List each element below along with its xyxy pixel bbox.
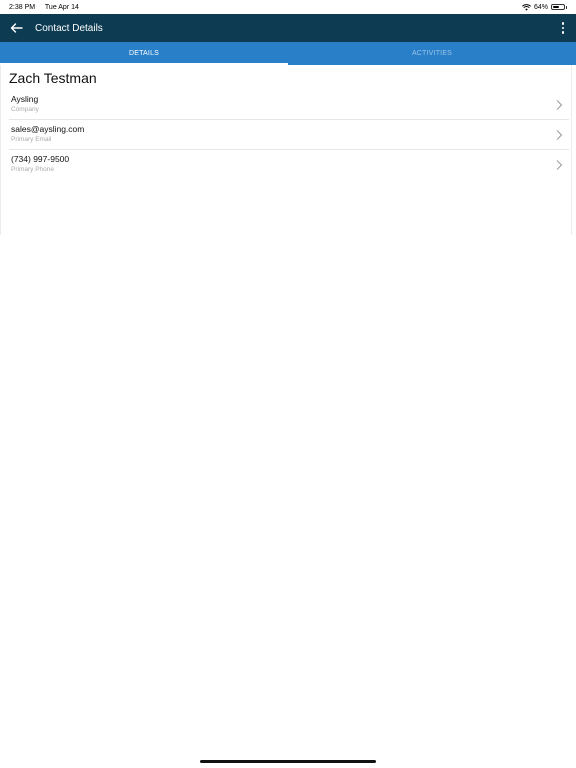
detail-row-company[interactable]: Aysling Company <box>9 90 569 120</box>
tab-details[interactable]: DETAILS <box>0 42 288 65</box>
detail-row-email[interactable]: sales@aysling.com Primary Email <box>9 120 569 150</box>
battery-percent: 64% <box>533 3 548 11</box>
detail-list: Aysling Company sales@aysling.com Primar… <box>1 90 571 180</box>
battery-fill <box>553 6 560 8</box>
status-right: 64% <box>522 4 567 11</box>
status-left: 2:38 PM Tue Apr 14 <box>9 4 87 11</box>
chevron-right-icon <box>556 160 563 170</box>
company-label: Company <box>11 106 39 113</box>
phone-value: (734) 997-9500 <box>11 154 70 164</box>
company-value: Aysling <box>11 94 39 104</box>
contact-name: Zach Testman <box>9 70 97 86</box>
more-vertical-icon-dot <box>561 31 565 34</box>
more-options-button[interactable] <box>558 20 568 36</box>
home-indicator[interactable] <box>200 760 376 763</box>
more-vertical-icon <box>561 22 565 25</box>
detail-row-phone[interactable]: (734) 997-9500 Primary Phone <box>9 150 569 180</box>
tab-activities[interactable]: ACTIVITIES <box>288 42 576 65</box>
phone-label: Primary Phone <box>11 166 54 173</box>
status-bar: 2:38 PM Tue Apr 14 64% <box>0 0 576 14</box>
details-panel: Zach Testman Aysling Company sales@aysli… <box>0 65 572 235</box>
status-time: 2:38 PM <box>9 3 36 11</box>
tab-bar: DETAILS ACTIVITIES <box>0 42 576 65</box>
wifi-icon <box>522 3 531 11</box>
arrow-left-icon <box>10 23 23 33</box>
back-button[interactable] <box>8 20 24 36</box>
contact-details-screen: 2:38 PM Tue Apr 14 64% Contact Details D… <box>0 0 576 768</box>
app-bar: Contact Details <box>0 14 576 42</box>
battery-tip <box>566 5 567 9</box>
status-date: Tue Apr 14 <box>44 3 79 11</box>
battery-icon <box>551 4 565 10</box>
email-value: sales@aysling.com <box>11 124 85 134</box>
chevron-right-icon <box>556 130 563 140</box>
email-label: Primary Email <box>11 136 52 143</box>
page-title: Contact Details <box>35 22 103 34</box>
chevron-right-icon <box>556 100 563 110</box>
more-vertical-icon-dot <box>561 26 565 30</box>
